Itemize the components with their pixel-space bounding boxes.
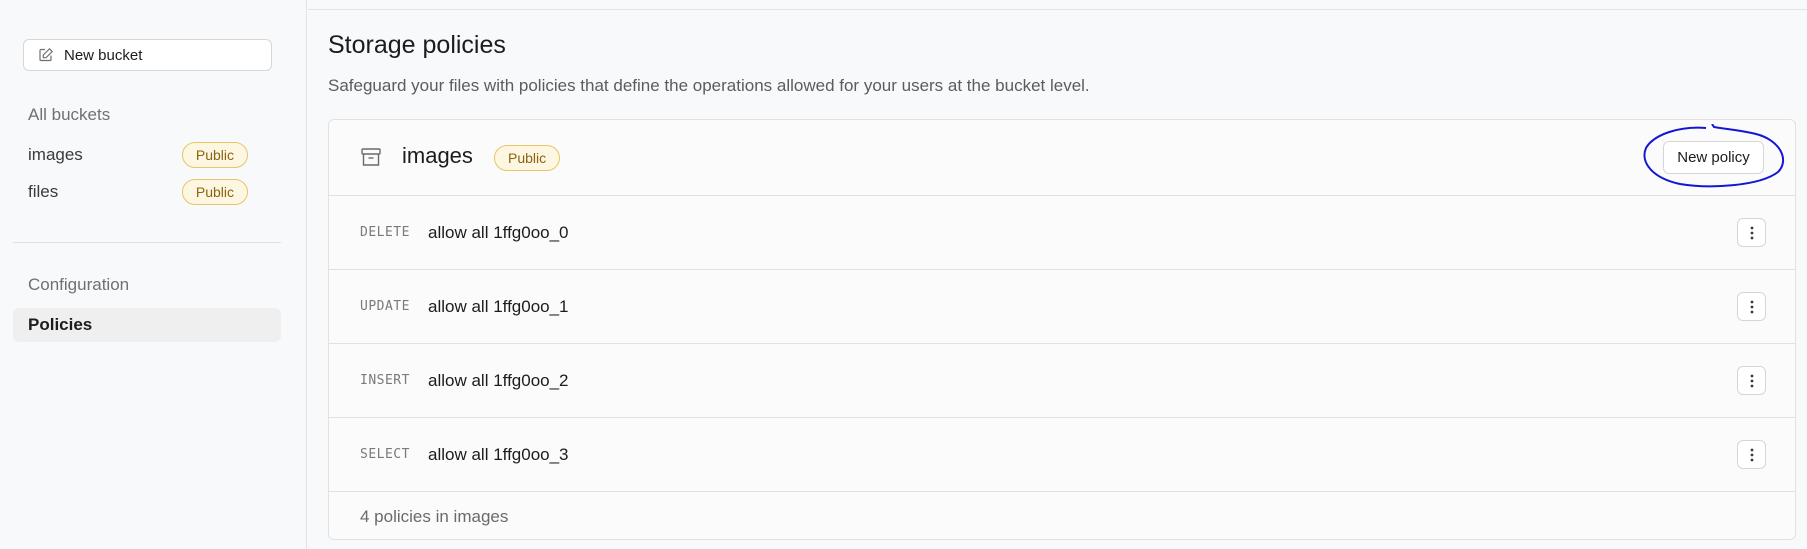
archive-icon bbox=[361, 148, 381, 166]
policy-row: DELETE allow all 1ffg0oo_0 bbox=[329, 196, 1795, 270]
row-menu-button[interactable] bbox=[1737, 366, 1766, 395]
more-vertical-icon bbox=[1750, 374, 1753, 387]
policy-name: allow all 1ffg0oo_0 bbox=[428, 222, 569, 242]
new-bucket-label: New bucket bbox=[64, 46, 143, 64]
new-policy-button[interactable]: New policy bbox=[1663, 141, 1764, 174]
sidebar-item-label: Policies bbox=[28, 315, 93, 334]
policy-name: allow all 1ffg0oo_1 bbox=[428, 296, 569, 316]
more-vertical-icon bbox=[1750, 300, 1753, 313]
policy-operation: SELECT bbox=[360, 447, 410, 462]
card-header: images Public New policy bbox=[329, 120, 1795, 196]
new-bucket-button[interactable]: New bucket bbox=[23, 39, 272, 71]
sidebar-item-policies[interactable]: Policies bbox=[13, 308, 281, 342]
bucket-title: images bbox=[402, 143, 473, 168]
policy-name: allow all 1ffg0oo_3 bbox=[428, 444, 569, 464]
bucket-policies-card: images Public New policy DELETE allow al… bbox=[328, 119, 1796, 540]
policy-operation: DELETE bbox=[360, 225, 410, 240]
all-buckets-title: All buckets bbox=[28, 105, 111, 124]
bucket-name: images bbox=[28, 145, 83, 164]
row-menu-button[interactable] bbox=[1737, 292, 1766, 321]
more-vertical-icon bbox=[1750, 448, 1753, 461]
public-badge: Public bbox=[181, 142, 248, 168]
row-menu-button[interactable] bbox=[1737, 440, 1766, 469]
policy-name: allow all 1ffg0oo_2 bbox=[428, 370, 569, 390]
sidebar-bucket-files[interactable]: files Public bbox=[28, 178, 248, 206]
policy-operation: UPDATE bbox=[360, 299, 410, 314]
policies-count: 4 policies in images bbox=[360, 507, 509, 526]
sidebar-bucket-images[interactable]: images Public bbox=[28, 141, 248, 169]
sidebar: New bucket All buckets images Public fil… bbox=[0, 0, 307, 549]
public-badge: Public bbox=[494, 145, 561, 171]
policy-row: SELECT allow all 1ffg0oo_3 bbox=[329, 418, 1795, 492]
bucket-name: files bbox=[28, 182, 59, 201]
row-menu-button[interactable] bbox=[1737, 218, 1766, 247]
policy-operation: INSERT bbox=[360, 373, 410, 388]
public-badge: Public bbox=[181, 179, 248, 205]
page-subtitle: Safeguard your files with policies that … bbox=[328, 76, 1090, 95]
page-title: Storage policies bbox=[328, 31, 506, 59]
sidebar-divider bbox=[13, 242, 281, 243]
top-divider bbox=[308, 9, 1807, 10]
edit-icon bbox=[39, 47, 54, 62]
more-vertical-icon bbox=[1750, 226, 1753, 239]
policy-row: UPDATE allow all 1ffg0oo_1 bbox=[329, 270, 1795, 344]
configuration-title: Configuration bbox=[28, 275, 130, 294]
policy-row: INSERT allow all 1ffg0oo_2 bbox=[329, 344, 1795, 418]
